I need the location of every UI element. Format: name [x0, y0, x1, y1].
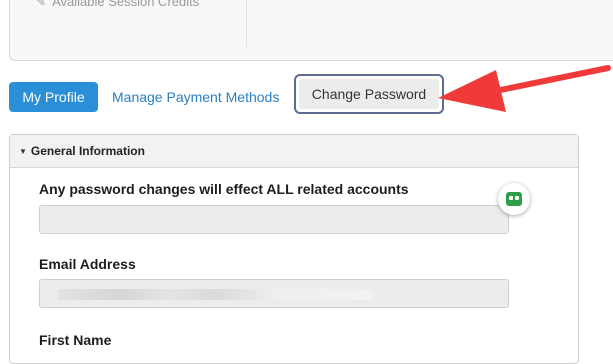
password-field[interactable] — [39, 205, 509, 234]
password-manager-icon — [506, 192, 522, 206]
tab-change-password[interactable]: Change Password — [294, 74, 444, 114]
panel-header[interactable]: ▼ General Information — [10, 135, 578, 168]
session-credits: ✎ Available Session Credits — [36, 0, 199, 9]
email-field[interactable] — [39, 279, 509, 308]
email-label: Email Address — [39, 256, 136, 272]
pencil-icon: ✎ — [36, 0, 47, 9]
card-divider — [246, 0, 247, 47]
red-arrow-icon — [438, 65, 611, 112]
tab-my-profile[interactable]: My Profile — [9, 82, 98, 112]
session-credits-label: Available Session Credits — [52, 0, 200, 9]
session-credits-card — [9, 0, 613, 61]
panel-title: General Information — [30, 144, 145, 158]
tab-change-password-label: Change Password — [299, 79, 439, 109]
first-name-label: First Name — [39, 332, 112, 348]
blurred-email-value — [58, 289, 373, 300]
general-information-panel: ▼ General Information Any password chang… — [9, 134, 579, 364]
tab-manage-payment-methods[interactable]: Manage Payment Methods — [112, 82, 279, 112]
caret-down-icon[interactable]: ▼ — [19, 147, 27, 156]
password-notice-label: Any password changes will effect ALL rel… — [39, 181, 409, 197]
password-manager-button[interactable] — [498, 183, 530, 215]
